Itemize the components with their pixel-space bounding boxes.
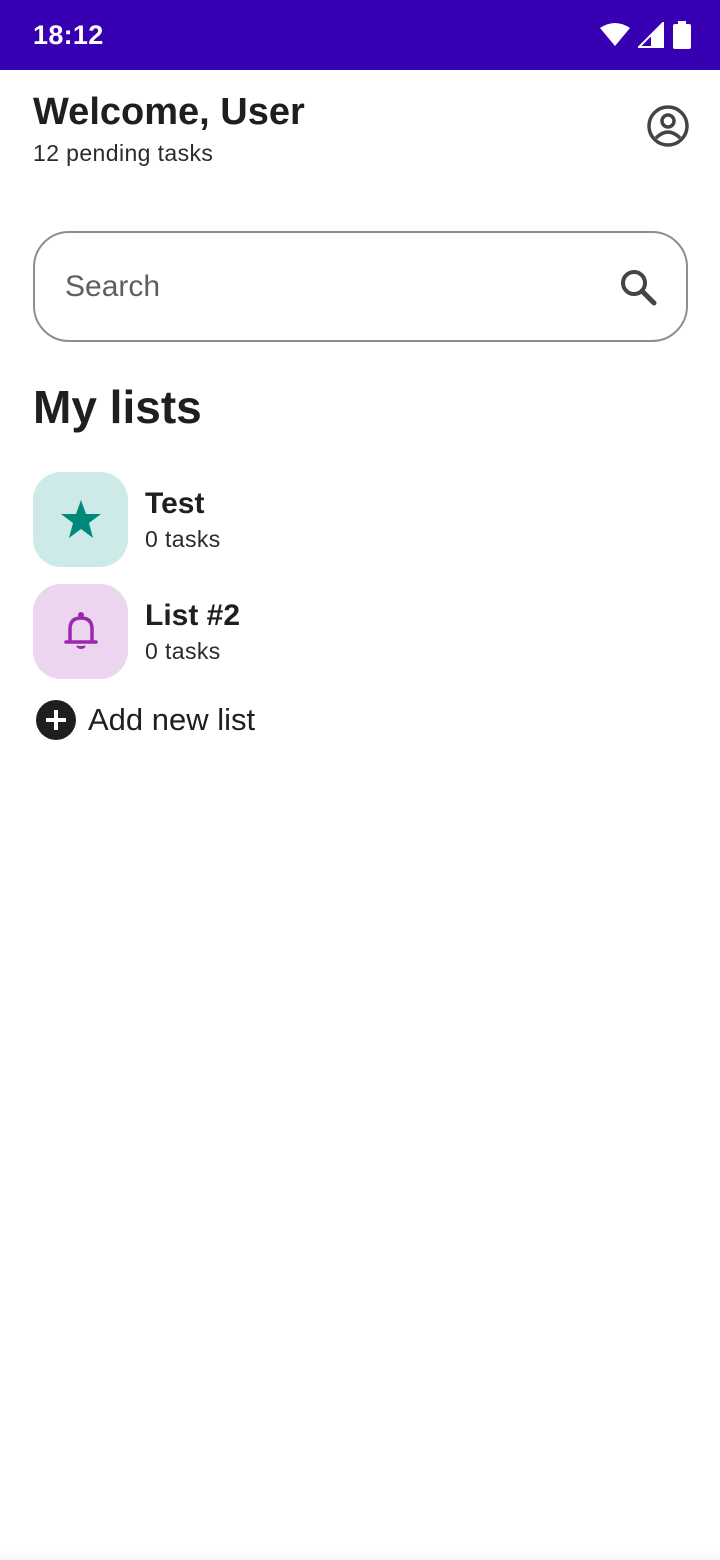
list-item-test[interactable]: Test 0 tasks: [33, 471, 688, 567]
search-input[interactable]: [65, 269, 618, 304]
pending-tasks-count: 12 pending tasks: [33, 140, 214, 166]
list-task-count: 0 tasks: [145, 637, 221, 664]
list-text: List #2 0 tasks: [145, 598, 240, 665]
signal-icon: [638, 22, 664, 48]
search-bar[interactable]: [33, 231, 688, 342]
lists-container: Test 0 tasks List #2 0 tasks: [33, 471, 688, 695]
list-item-list-2[interactable]: List #2 0 tasks: [33, 583, 688, 679]
star-icon: [60, 500, 101, 538]
status-time: 18:12: [33, 19, 104, 50]
list-name: List #2: [145, 598, 241, 632]
search-icon: [621, 269, 657, 305]
list-text: Test 0 tasks: [145, 486, 221, 553]
status-bar: 18:12: [0, 0, 720, 70]
wifi-icon: [600, 23, 630, 46]
screen: 18:12 Welcome, User 12 pending tasks Sea…: [0, 0, 720, 1560]
welcome-title: Welcome, User: [33, 91, 305, 133]
bottom-edge: [0, 1550, 720, 1560]
account-button[interactable]: [644, 102, 692, 150]
search-button[interactable]: [618, 267, 658, 307]
header: Welcome, User 12 pending tasks: [33, 90, 692, 167]
section-title: My lists: [33, 381, 202, 433]
battery-icon: [673, 21, 691, 49]
list-badge: [33, 471, 128, 567]
add-circle-icon: [33, 697, 79, 743]
bell-icon: [63, 612, 98, 649]
header-text: Welcome, User 12 pending tasks: [33, 90, 305, 167]
status-icons: [600, 21, 692, 49]
add-new-list-label: Add new list: [88, 702, 256, 737]
add-new-list-button[interactable]: Add new list: [33, 697, 255, 743]
list-badge: [33, 583, 128, 679]
account-circle-icon: [647, 105, 689, 147]
list-name: Test: [145, 486, 205, 520]
list-task-count: 0 tasks: [145, 525, 221, 552]
